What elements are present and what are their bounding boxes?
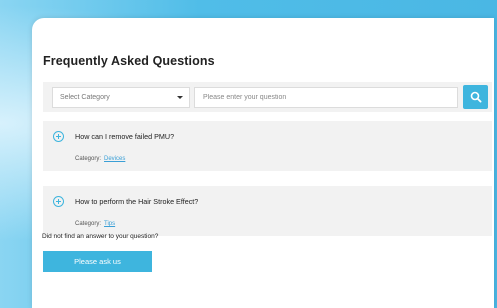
faq-category: Category: Tips <box>75 221 115 227</box>
faq-question[interactable]: How to perform the Hair Stroke Effect? <box>75 197 198 206</box>
category-select-label: Select Category <box>60 94 110 101</box>
plus-circle-icon[interactable] <box>53 196 64 207</box>
category-link[interactable]: Devices <box>104 156 125 162</box>
search-button[interactable] <box>463 85 488 109</box>
not-found-text: Did not find an answer to your question? <box>42 233 159 240</box>
faq-item[interactable]: How to perform the Hair Stroke Effect? C… <box>43 186 492 236</box>
faq-category: Category: Devices <box>75 156 125 162</box>
category-select[interactable]: Select Category <box>52 87 190 108</box>
chevron-down-icon <box>177 96 183 99</box>
search-icon <box>470 91 482 103</box>
search-bar: Select Category <box>43 82 492 112</box>
category-label: Category: <box>75 156 102 162</box>
ask-us-button[interactable]: Please ask us <box>43 251 152 272</box>
plus-circle-icon[interactable] <box>53 131 64 142</box>
faq-question[interactable]: How can I remove failed PMU? <box>75 132 174 141</box>
faq-card: Frequently Asked Questions Select Catego… <box>32 18 494 308</box>
faq-item[interactable]: How can I remove failed PMU? Category: De… <box>43 121 492 171</box>
question-input[interactable] <box>194 87 458 108</box>
category-label: Category: <box>75 221 102 227</box>
category-link[interactable]: Tips <box>104 221 115 227</box>
page-title: Frequently Asked Questions <box>43 54 215 68</box>
